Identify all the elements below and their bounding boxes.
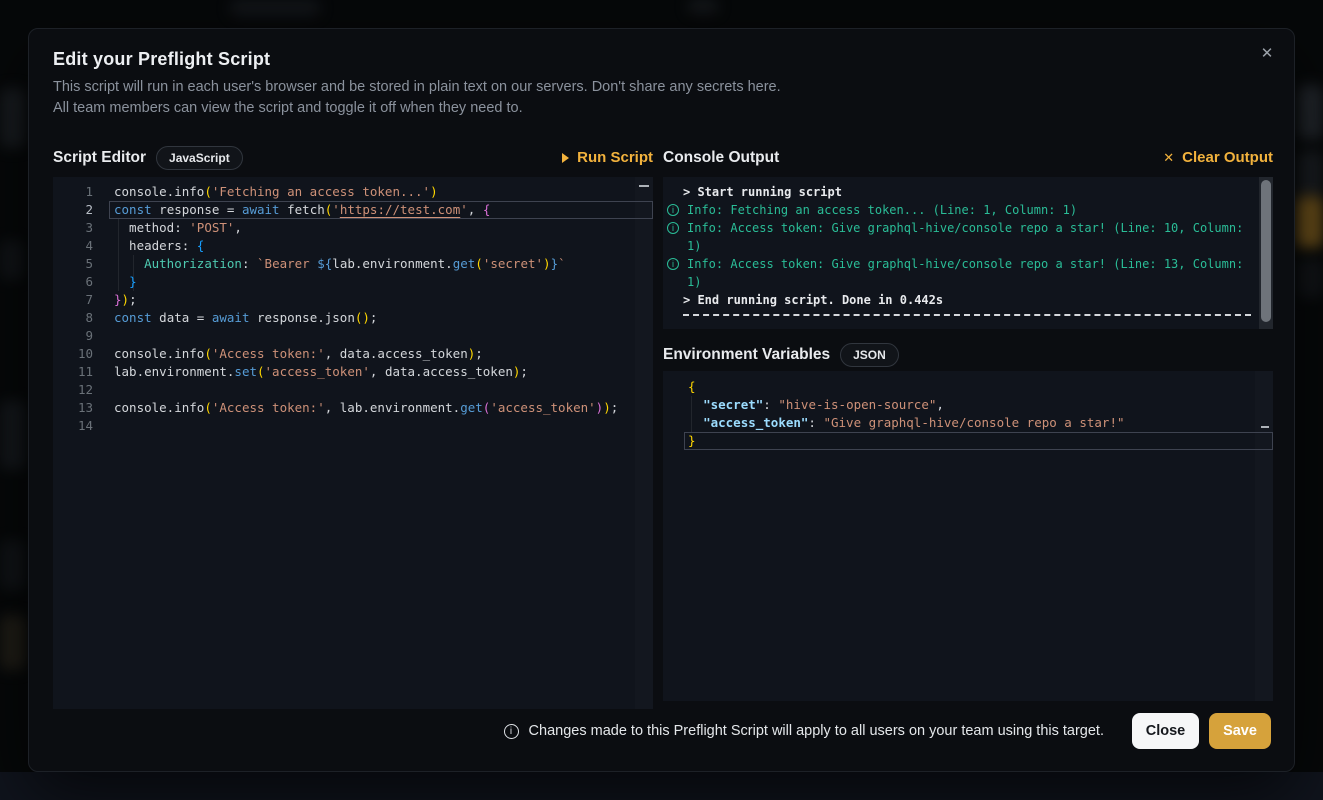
line-number: 14	[53, 417, 93, 435]
code-line: {	[663, 378, 1273, 396]
background-blur	[1298, 85, 1323, 140]
console-scrollbar-thumb[interactable]	[1261, 180, 1271, 322]
run-script-label: Run Script	[577, 149, 653, 166]
console-line: > End running script. Done in 0.442s	[663, 291, 1273, 309]
close-icon[interactable]: ✕	[1256, 43, 1278, 65]
code-line: "secret": "hive-is-open-source",	[663, 396, 1273, 414]
info-icon: i	[504, 724, 519, 739]
save-button[interactable]: Save	[1209, 713, 1271, 749]
line-number: 3	[53, 219, 93, 237]
play-icon	[562, 153, 569, 163]
clear-icon: ✕	[1163, 150, 1174, 166]
code-line: 10console.info('Access token:', data.acc…	[53, 345, 653, 363]
console-output: > Start running scriptiInfo: Fetching an…	[663, 177, 1273, 329]
code-line: 14	[53, 417, 653, 435]
code-line: 6 }	[53, 273, 653, 291]
json-badge: JSON	[840, 343, 899, 367]
clear-output-label: Clear Output	[1182, 149, 1273, 166]
preflight-script-modal: ✕ Edit your Preflight Script This script…	[28, 28, 1295, 772]
code-line: 1console.info('Fetching an access token.…	[53, 183, 653, 201]
background-blur	[688, 0, 718, 13]
background-blur	[1296, 196, 1323, 248]
line-number: 6	[53, 273, 93, 291]
run-script-button[interactable]: Run Script	[562, 149, 653, 166]
background-page-strip	[0, 772, 1323, 800]
console-line: iInfo: Access token: Give graphql-hive/c…	[663, 255, 1273, 291]
console-scrollbar-track[interactable]	[1259, 177, 1273, 329]
info-icon: i	[667, 258, 679, 270]
close-button[interactable]: Close	[1132, 713, 1199, 749]
code-line: 9	[53, 327, 653, 345]
console-line: iInfo: Fetching an access token... (Line…	[663, 201, 1273, 219]
modal-title: Edit your Preflight Script	[53, 49, 270, 70]
environment-variables-header: Environment Variables JSON	[663, 341, 1273, 368]
code-line: 11lab.environment.set('access_token', da…	[53, 363, 653, 381]
code-line: }	[663, 432, 1273, 450]
background-blur	[1298, 150, 1323, 200]
line-number: 12	[53, 381, 93, 399]
environment-variables-editor[interactable]: { "secret": "hive-is-open-source", "acce…	[663, 371, 1273, 701]
background-blur	[230, 0, 320, 16]
environment-variables-title: Environment Variables	[663, 346, 830, 364]
footer-note: Changes made to this Preflight Script wi…	[529, 723, 1104, 739]
background-blur	[0, 240, 24, 280]
code-line: 7});	[53, 291, 653, 309]
background-blur	[0, 540, 26, 590]
modal-footer: i Changes made to this Preflight Script …	[29, 713, 1271, 749]
code-line: 5 Authorization: `Bearer ${lab.environme…	[53, 255, 653, 273]
console-output-title: Console Output	[663, 149, 779, 167]
console-line: iInfo: Access token: Give graphql-hive/c…	[663, 219, 1273, 255]
background-blur	[0, 615, 26, 670]
code-line: 3 method: 'POST',	[53, 219, 653, 237]
line-number: 1	[53, 183, 93, 201]
code-line: "access_token": "Give graphql-hive/conso…	[663, 414, 1273, 432]
script-editor-title: Script Editor	[53, 149, 146, 167]
background-blur	[0, 88, 26, 148]
javascript-badge: JavaScript	[156, 146, 243, 170]
code-line: 8const data = await response.json();	[53, 309, 653, 327]
line-number: 9	[53, 327, 93, 345]
background-blur	[1298, 258, 1323, 298]
clear-output-button[interactable]: ✕ Clear Output	[1163, 149, 1273, 166]
code-line: 13console.info('Access token:', lab.envi…	[53, 399, 653, 417]
line-number: 4	[53, 237, 93, 255]
info-icon: i	[667, 222, 679, 234]
line-number: 7	[53, 291, 93, 309]
code-line: 12	[53, 381, 653, 399]
line-number: 2	[53, 201, 93, 219]
script-editor-header: Script Editor JavaScript Run Script	[53, 144, 653, 171]
code-line: 4 headers: {	[53, 237, 653, 255]
modal-description-line2: All team members can view the script and…	[53, 98, 523, 119]
line-number: 10	[53, 345, 93, 363]
screen: ✕ Edit your Preflight Script This script…	[0, 0, 1323, 800]
info-icon: i	[667, 204, 679, 216]
line-number: 5	[53, 255, 93, 273]
script-editor[interactable]: 1console.info('Fetching an access token.…	[53, 177, 653, 709]
line-number: 8	[53, 309, 93, 327]
code-line: 2const response = await fetch('https://t…	[53, 201, 653, 219]
console-separator	[683, 314, 1251, 316]
console-output-header: Console Output ✕ Clear Output	[663, 144, 1273, 171]
line-number: 13	[53, 399, 93, 417]
background-blur	[0, 400, 26, 470]
console-line: > Start running script	[663, 183, 1273, 201]
line-number: 11	[53, 363, 93, 381]
modal-description-line1: This script will run in each user's brow…	[53, 77, 781, 98]
